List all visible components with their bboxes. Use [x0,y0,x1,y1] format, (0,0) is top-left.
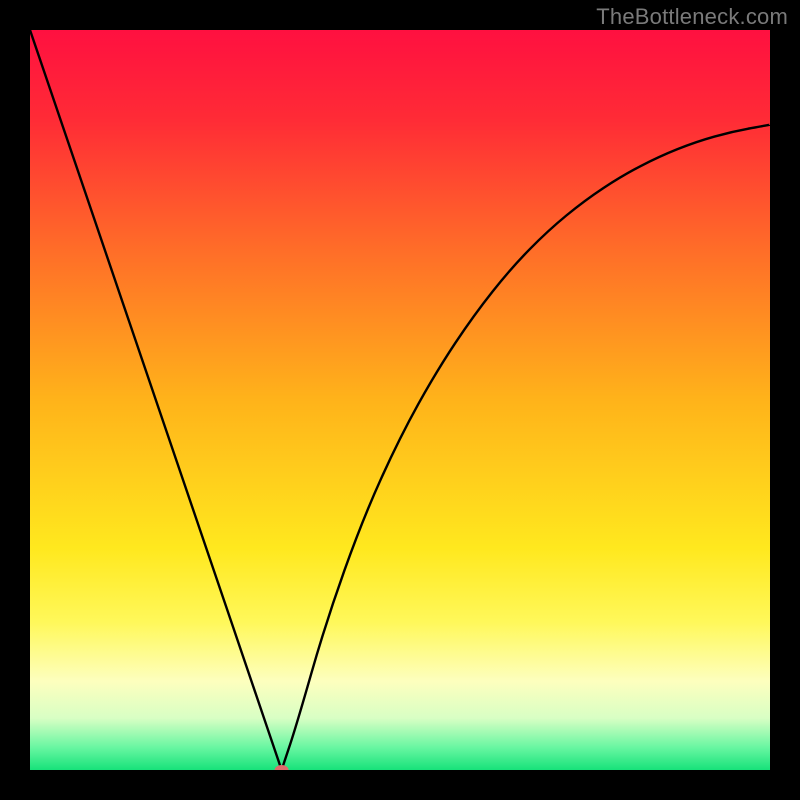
plot-background [30,30,770,770]
chart-frame: TheBottleneck.com [0,0,800,800]
watermark-text: TheBottleneck.com [596,4,788,30]
plot-svg [30,30,770,770]
